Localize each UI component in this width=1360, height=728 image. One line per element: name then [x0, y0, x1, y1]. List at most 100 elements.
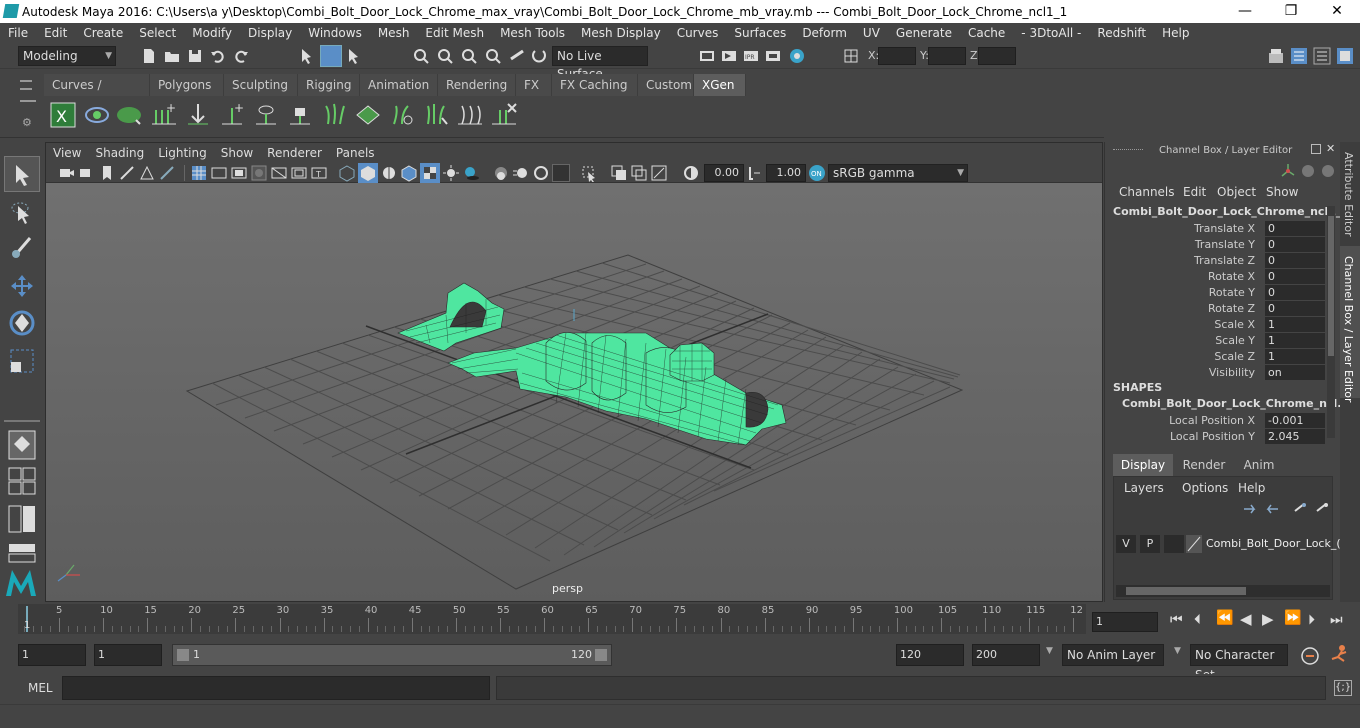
select-by-hierarchy-icon[interactable] — [298, 47, 316, 65]
xray-joints-icon[interactable] — [650, 164, 668, 182]
step-back-frame-icon[interactable]: ⏪ — [1216, 610, 1233, 626]
step-back-key-icon[interactable]: ⏴ — [1194, 612, 1201, 628]
single-perspective-view-icon[interactable] — [8, 430, 36, 460]
anim-end-field[interactable]: 120 — [896, 644, 964, 666]
cb-menu-object[interactable]: Object — [1217, 185, 1256, 199]
color-space-dropdown[interactable]: sRGB gamma ▼ — [828, 164, 968, 182]
attr-value[interactable]: 0 — [1265, 301, 1325, 316]
auto-key-icon[interactable] — [1300, 646, 1320, 666]
resolution-gate-icon[interactable] — [230, 164, 248, 182]
render-frame-icon[interactable] — [720, 47, 738, 65]
object-axis-icon[interactable] — [1299, 162, 1317, 180]
vp-menu-renderer[interactable]: Renderer — [260, 146, 329, 160]
move-layer-down-icon[interactable] — [1264, 501, 1280, 515]
cb-menu-channels[interactable]: Channels — [1119, 185, 1175, 199]
shelf-tab-fx[interactable]: FX — [516, 74, 552, 96]
go-to-end-icon[interactable]: ⏭ — [1330, 612, 1343, 628]
vp-menu-lighting[interactable]: Lighting — [151, 146, 214, 160]
xgen-sculpt-guides-icon[interactable] — [320, 102, 348, 128]
live-surface-field[interactable]: No Live Surface — [552, 46, 648, 81]
xgen-create-description-icon[interactable] — [116, 102, 144, 128]
layer-row[interactable]: V P Combi_Bolt_Door_Lock_( — [1116, 533, 1341, 561]
side-tab-attribute-editor[interactable]: Attribute Editor — [1342, 152, 1355, 237]
script-editor-icon[interactable]: {;} — [1334, 680, 1352, 696]
menu-uv[interactable]: UV — [855, 26, 888, 40]
new-scene-icon[interactable] — [140, 47, 158, 65]
shadows-icon[interactable] — [462, 164, 480, 182]
attr-value[interactable]: 0 — [1265, 285, 1325, 300]
render-settings-icon[interactable] — [764, 47, 782, 65]
exposure-icon[interactable] — [682, 164, 700, 182]
attr-value[interactable]: 0 — [1265, 237, 1325, 252]
attr-local-position-x[interactable]: Local Position X -0.001 — [1113, 413, 1325, 429]
layer-menu-help[interactable]: Help — [1238, 481, 1265, 495]
chevron-down-icon[interactable]: ▼ — [1046, 646, 1053, 656]
menu-mesh-tools[interactable]: Mesh Tools — [492, 26, 573, 40]
snap-curve-icon[interactable] — [436, 47, 454, 65]
camera-attributes-icon[interactable] — [78, 164, 96, 182]
animation-preferences-icon[interactable] — [1328, 644, 1350, 666]
xray-active-components-icon[interactable] — [630, 164, 648, 182]
snap-grid-icon[interactable] — [412, 47, 430, 65]
xgen-guide-visibility-icon[interactable] — [252, 102, 280, 128]
2d-pan-zoom-icon[interactable] — [138, 164, 156, 182]
smooth-shade-icon[interactable] — [358, 163, 378, 183]
open-scene-icon[interactable] — [163, 47, 181, 65]
wireframe-on-shaded-icon[interactable] — [400, 164, 418, 182]
xgen-window-icon[interactable]: X — [50, 102, 76, 128]
float-panel-icon[interactable] — [1311, 144, 1321, 154]
xgen-grooming-icon[interactable] — [388, 102, 416, 128]
gamma-field[interactable]: 1.00 — [766, 164, 806, 182]
bookmark-icon[interactable] — [98, 164, 116, 182]
range-end-handle[interactable] — [595, 649, 607, 661]
viewport-canvas[interactable]: persp — [46, 183, 1102, 601]
shelf-tab-xgen[interactable]: XGen — [694, 74, 746, 96]
new-layer-from-selected-icon[interactable] — [1314, 501, 1330, 515]
vp-menu-show[interactable]: Show — [214, 146, 260, 160]
exposure-field[interactable]: 0.00 — [704, 164, 744, 182]
ipr-render-icon[interactable]: IPR — [742, 47, 760, 65]
step-forward-frame-icon[interactable]: ⏩ — [1284, 610, 1301, 626]
xgen-guide-add-icon[interactable]: + — [218, 102, 246, 128]
make-live-icon[interactable] — [530, 47, 548, 65]
scrollbar-thumb[interactable] — [1328, 216, 1334, 356]
layer-menu-options[interactable]: Options — [1182, 481, 1228, 495]
side-tab-channel-box[interactable]: Channel Box / Layer Editor — [1342, 256, 1355, 403]
layer-horizontal-scrollbar[interactable] — [1116, 585, 1330, 597]
use-all-lights-icon[interactable] — [442, 164, 460, 182]
attribute-editor-toggle-icon[interactable] — [1290, 47, 1308, 65]
current-frame-field[interactable]: 1 — [1092, 612, 1158, 632]
attr-value[interactable]: 1 — [1265, 349, 1325, 364]
attr-scale-x[interactable]: Scale X 1 — [1113, 317, 1325, 333]
attr-value[interactable]: 1 — [1265, 333, 1325, 348]
select-by-component-icon[interactable] — [345, 47, 363, 65]
xgen-lock-guides-icon[interactable] — [286, 102, 314, 128]
menu-mesh-display[interactable]: Mesh Display — [573, 26, 669, 40]
attr-rotate-x[interactable]: Rotate X 0 — [1113, 269, 1325, 285]
maximize-button[interactable]: ❐ — [1268, 0, 1314, 23]
character-set-dropdown[interactable]: No Character Set — [1190, 644, 1288, 682]
attr-translate-y[interactable]: Translate Y 0 — [1113, 237, 1325, 253]
attr-value[interactable]: 2.045 — [1265, 429, 1325, 444]
xgen-guides-to-curves-icon[interactable] — [456, 102, 484, 128]
range-start-handle[interactable] — [177, 649, 189, 661]
undo-icon[interactable] — [209, 47, 227, 65]
lasso-tool-icon[interactable] — [8, 198, 36, 228]
anim-layer-dropdown[interactable]: No Anim Layer — [1062, 644, 1164, 666]
shelf-tab-polygons[interactable]: Polygons — [150, 74, 224, 96]
move-layer-up-icon[interactable] — [1242, 501, 1258, 515]
shelf-tab-curves-surfaces[interactable]: Curves / Surfaces — [44, 74, 150, 114]
layer-type-toggle[interactable] — [1164, 535, 1184, 553]
minimize-button[interactable]: — — [1222, 0, 1268, 23]
motion-blur-icon[interactable] — [512, 164, 530, 182]
transform-constraint-icon[interactable] — [842, 47, 860, 65]
film-gate-icon[interactable] — [210, 164, 228, 182]
snap-view-icon[interactable] — [484, 47, 502, 65]
step-forward-key-icon[interactable]: ⏵ — [1308, 612, 1315, 628]
select-by-object-icon[interactable] — [320, 45, 342, 67]
layer-tab-display[interactable]: Display — [1113, 454, 1173, 476]
chevron-down-icon[interactable]: ▼ — [1174, 646, 1181, 656]
menu-windows[interactable]: Windows — [300, 26, 370, 40]
time-slider[interactable]: 1 5 10 15 20 25 30 35 40 45 50 55 60 65 70 75 80 85 90 95 1… — [0, 604, 1360, 636]
snap-point-icon[interactable] — [460, 47, 478, 65]
